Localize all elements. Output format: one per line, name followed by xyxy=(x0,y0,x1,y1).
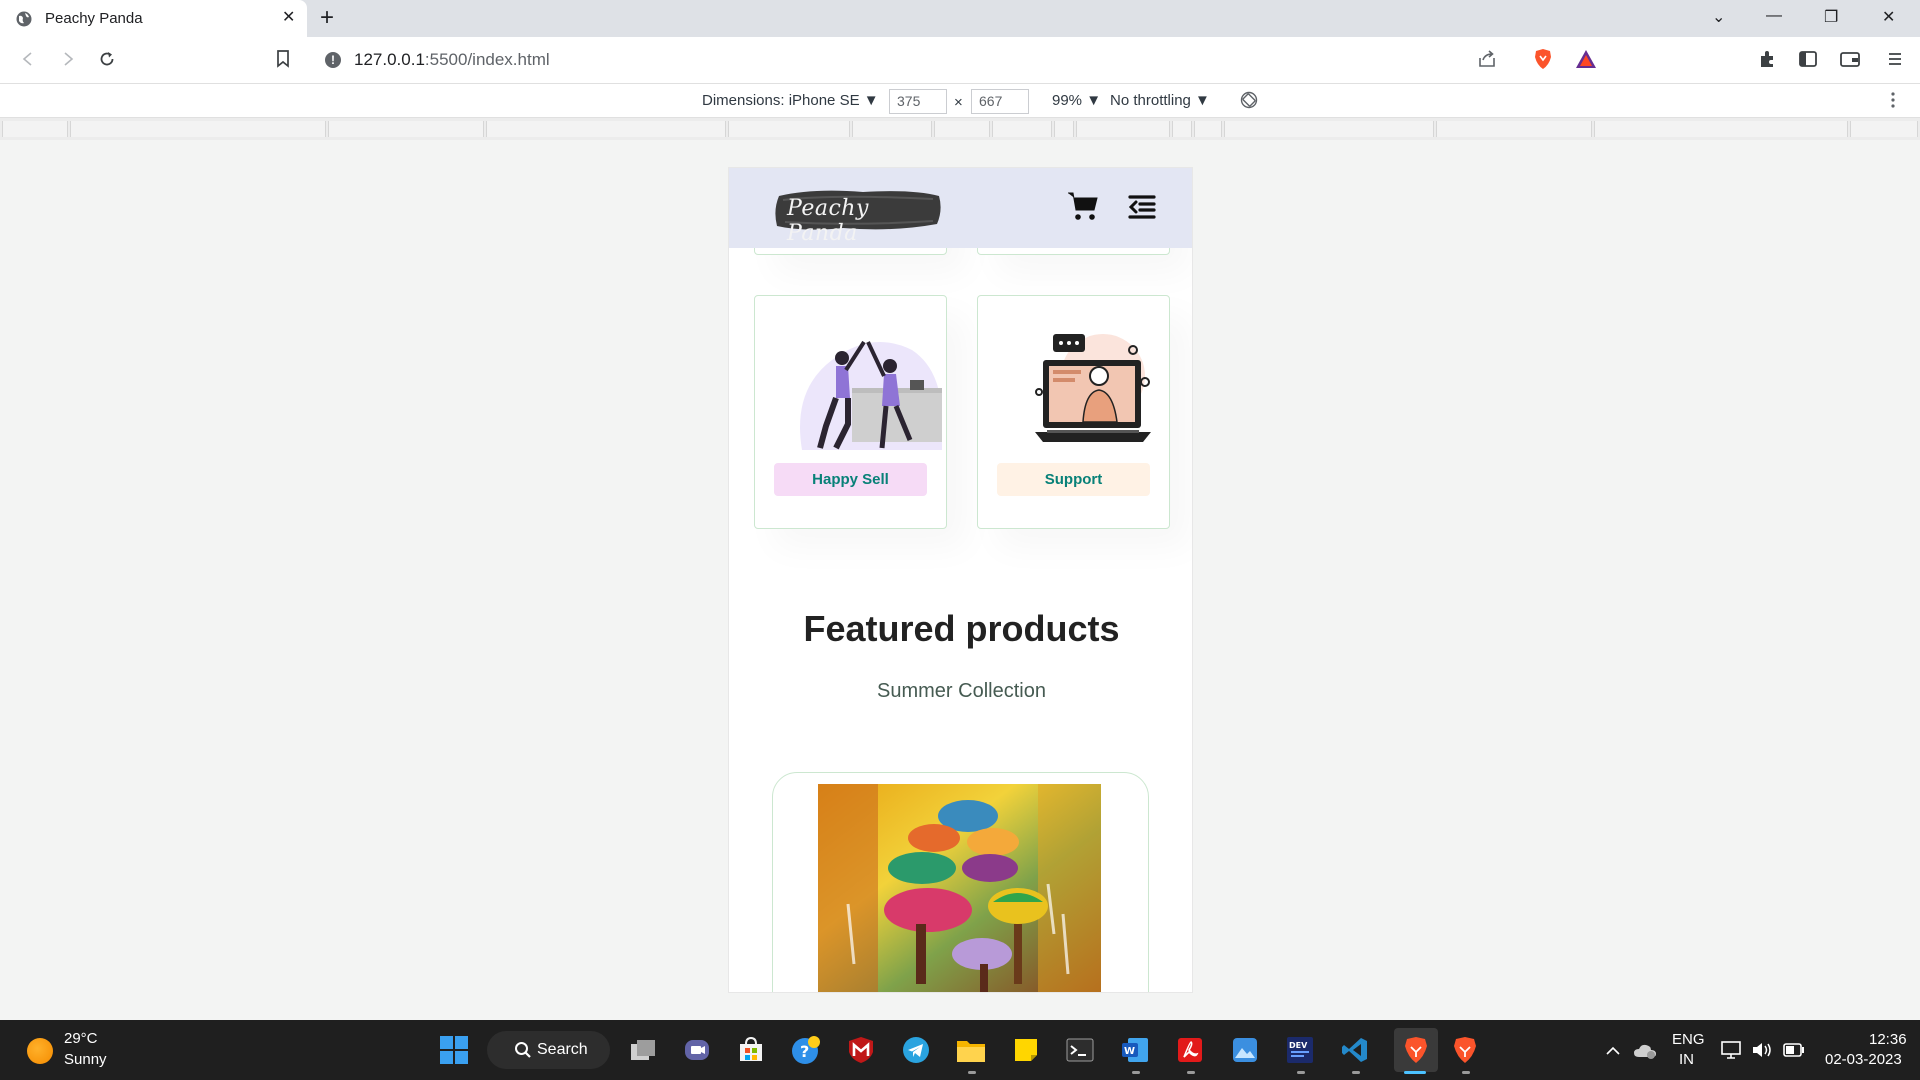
brave-active-icon[interactable] xyxy=(1394,1028,1438,1072)
language-indicator[interactable]: ENG xyxy=(1672,1031,1705,1048)
media-query-ruler xyxy=(0,118,1920,140)
onedrive-icon[interactable] xyxy=(1629,1034,1661,1066)
feature-card-happy-sell: Happy Sell xyxy=(754,295,947,529)
telegram-icon[interactable] xyxy=(900,1034,932,1066)
close-window-button[interactable]: ✕ xyxy=(1882,7,1895,27)
active-indicator xyxy=(1404,1071,1426,1074)
bookmark-icon[interactable] xyxy=(272,48,294,70)
site-info-icon[interactable]: ! xyxy=(325,52,341,68)
network-icon[interactable] xyxy=(1716,1034,1748,1066)
tab-peachy-panda[interactable]: Peachy Panda ✕ xyxy=(0,0,307,37)
card-label-happy-sell: Happy Sell xyxy=(774,463,927,496)
sticky-notes-icon[interactable] xyxy=(1010,1034,1042,1066)
url-text[interactable]: 127.0.0.1:5500/index.html xyxy=(354,50,550,70)
task-view-icon[interactable] xyxy=(627,1034,659,1066)
back-icon[interactable] xyxy=(17,48,39,70)
tab-search-icon[interactable]: ⌄ xyxy=(1712,7,1725,27)
vscode-icon[interactable] xyxy=(1339,1034,1371,1066)
running-indicator xyxy=(1462,1071,1470,1074)
teams-chat-icon[interactable] xyxy=(681,1034,713,1066)
search-icon xyxy=(515,1042,531,1058)
support-illustration xyxy=(1035,334,1151,442)
cart-icon[interactable] xyxy=(1067,190,1099,222)
region-indicator[interactable]: IN xyxy=(1679,1051,1694,1068)
rotate-icon[interactable] xyxy=(1240,91,1258,113)
acrobat-icon[interactable] xyxy=(1174,1034,1206,1066)
card-label-support: Support xyxy=(997,463,1150,496)
brave-shields-icon[interactable] xyxy=(1532,48,1554,70)
product-image[interactable] xyxy=(818,784,1101,992)
photos-icon[interactable] xyxy=(1229,1034,1261,1066)
dev-icon[interactable]: DEV xyxy=(1284,1034,1316,1066)
running-indicator xyxy=(1132,1071,1140,1074)
device-width-input[interactable]: 375 xyxy=(889,89,947,114)
reload-icon[interactable] xyxy=(96,48,118,70)
device-toolbar: Dimensions: iPhone SE ▼ 375 × 667 99% ▼ … xyxy=(0,83,1920,118)
running-indicator xyxy=(1187,1071,1195,1074)
microsoft-store-icon[interactable] xyxy=(735,1034,767,1066)
device-dimensions-dropdown[interactable]: Dimensions: iPhone SE ▼ xyxy=(702,92,879,109)
featured-products-heading: Featured products xyxy=(803,608,1120,649)
sidebar-icon[interactable] xyxy=(1797,48,1819,70)
terminal-icon[interactable] xyxy=(1064,1034,1096,1066)
share-icon[interactable] xyxy=(1476,48,1498,70)
weather-description[interactable]: Sunny xyxy=(64,1051,107,1068)
word-icon[interactable]: W xyxy=(1119,1034,1151,1066)
volume-icon[interactable] xyxy=(1746,1034,1778,1066)
device-more-icon[interactable] xyxy=(1890,90,1896,114)
menu-toggle-icon[interactable] xyxy=(1128,194,1156,220)
logo-text: Peachy Panda xyxy=(787,196,869,246)
site-header: Peachy Panda xyxy=(729,168,1192,248)
mcafee-icon[interactable] xyxy=(845,1034,877,1066)
brave-rewards-icon[interactable] xyxy=(1575,48,1597,70)
brave-icon[interactable] xyxy=(1449,1034,1481,1066)
clock-date[interactable]: 02-03-2023 xyxy=(1825,1051,1902,1068)
chevron-up-icon[interactable] xyxy=(1597,1034,1629,1066)
happy-sell-illustration xyxy=(800,340,942,450)
tab-title: Peachy Panda xyxy=(45,10,143,27)
minimize-button[interactable]: — xyxy=(1766,7,1782,25)
search-label: Search xyxy=(537,1041,588,1058)
clock-time[interactable]: 12:36 xyxy=(1869,1031,1907,1048)
tab-close-icon[interactable]: ✕ xyxy=(282,9,295,27)
featured-products-subtitle: Summer Collection xyxy=(877,680,1046,702)
svg-text:DEV: DEV xyxy=(1289,1041,1308,1050)
taskbar-search[interactable]: Search xyxy=(487,1031,610,1069)
running-indicator xyxy=(1352,1071,1360,1074)
battery-icon[interactable] xyxy=(1778,1034,1810,1066)
weather-sun-icon[interactable] xyxy=(27,1038,53,1064)
device-height-input[interactable]: 667 xyxy=(971,89,1029,114)
zoom-dropdown[interactable]: 99% ▼ xyxy=(1052,92,1101,109)
wallet-icon[interactable] xyxy=(1839,48,1861,70)
file-explorer-icon[interactable] xyxy=(955,1034,987,1066)
help-icon[interactable]: ? xyxy=(790,1034,822,1066)
throttling-dropdown[interactable]: No throttling ▼ xyxy=(1110,92,1210,109)
start-icon[interactable] xyxy=(438,1034,470,1066)
menu-icon[interactable] xyxy=(1884,48,1906,70)
brand-logo[interactable]: Peachy Panda xyxy=(773,186,943,246)
forward-icon[interactable] xyxy=(57,48,79,70)
device-viewport: Peachy Panda Happy Sell Support Featured… xyxy=(728,167,1193,993)
extensions-icon[interactable] xyxy=(1756,48,1778,70)
weather-temperature[interactable]: 29°C xyxy=(64,1030,98,1047)
running-indicator xyxy=(968,1071,976,1074)
new-tab-button[interactable]: + xyxy=(320,6,334,30)
globe-icon xyxy=(16,11,32,26)
svg-text:?: ? xyxy=(800,1042,809,1061)
running-indicator xyxy=(1297,1071,1305,1074)
dimension-separator: × xyxy=(954,94,963,111)
feature-card-support: Support xyxy=(977,295,1170,529)
svg-text:W: W xyxy=(1124,1046,1135,1057)
restore-button[interactable]: ❐ xyxy=(1824,7,1838,27)
